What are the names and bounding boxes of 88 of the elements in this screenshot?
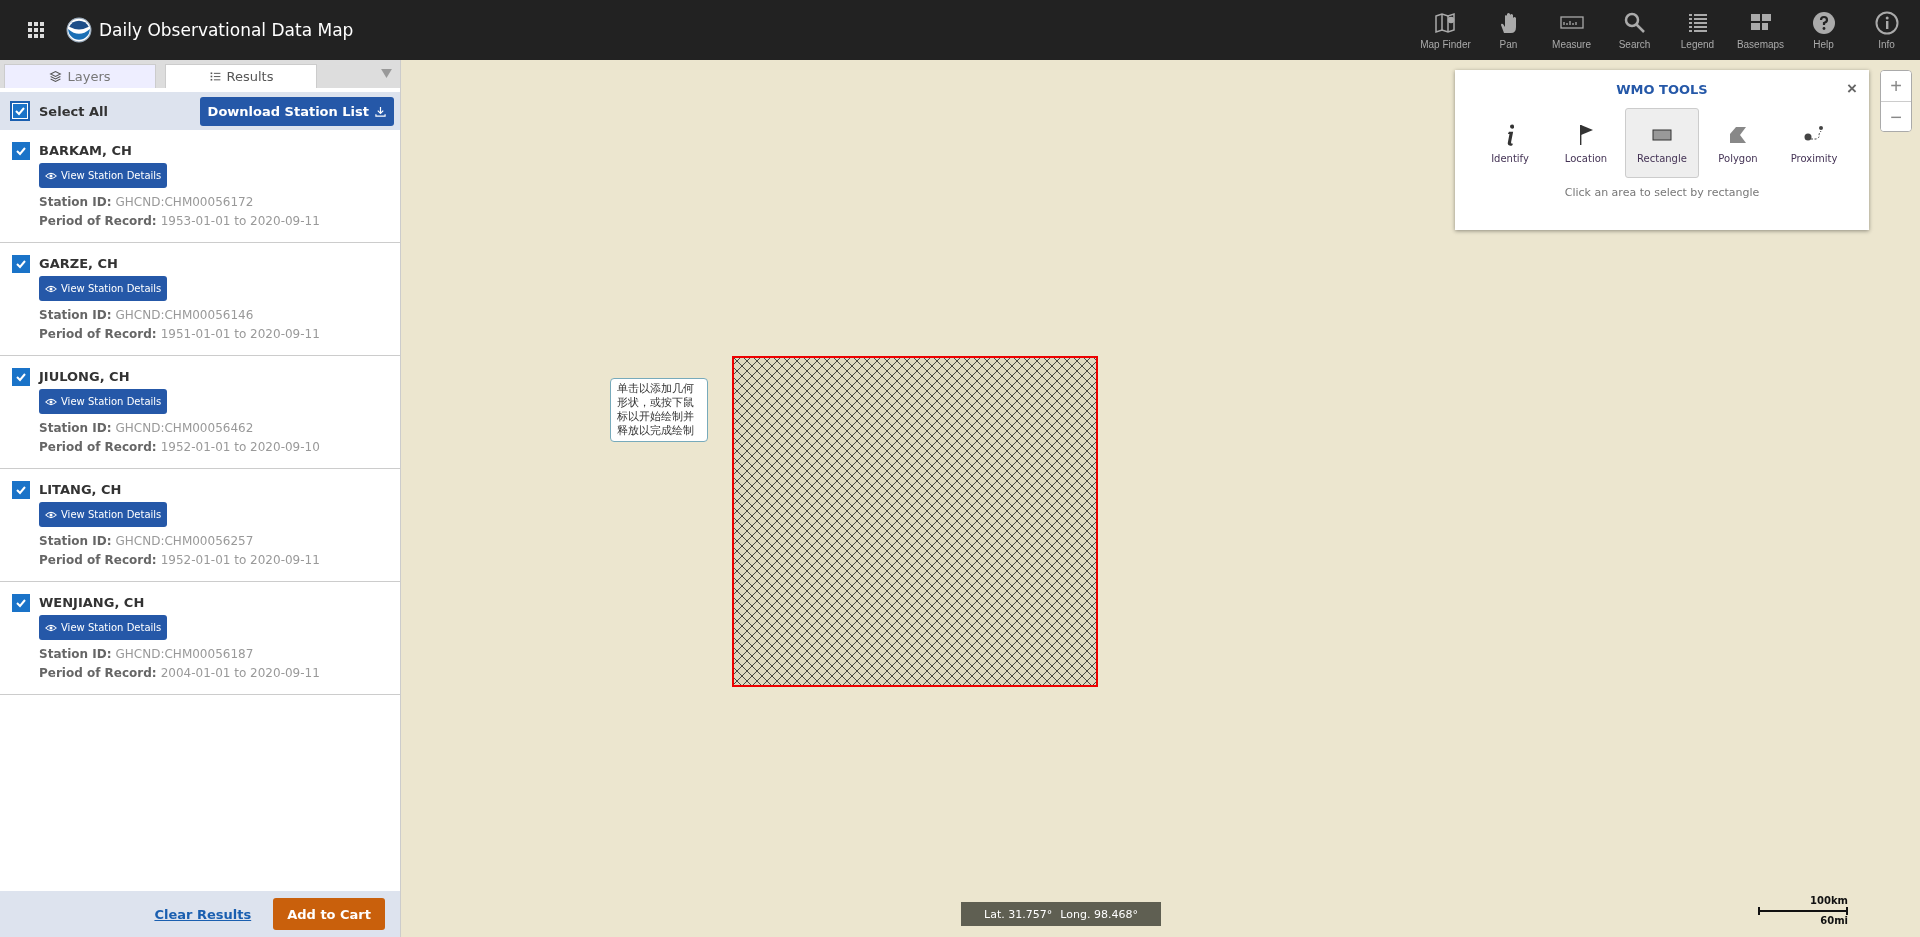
station-checkbox[interactable] <box>12 368 30 386</box>
layers-icon <box>49 70 63 83</box>
eye-icon <box>45 623 57 632</box>
toolbar-button[interactable]: Map Finder <box>1415 10 1476 50</box>
view-details-button[interactable]: View Station Details <box>39 615 168 640</box>
search-icon <box>1622 10 1647 35</box>
tool-button[interactable]: Rectangle <box>1625 108 1699 178</box>
toolbar-button[interactable]: Measure <box>1541 10 1602 50</box>
download-icon <box>375 105 386 117</box>
field-label: Station ID: <box>39 646 112 663</box>
station-checkbox[interactable] <box>12 142 30 160</box>
tool-button[interactable]: Polygon <box>1701 108 1775 178</box>
toolbar-button[interactable]: Info <box>1856 10 1917 50</box>
view-details-button[interactable]: View Station Details <box>39 276 168 301</box>
download-button[interactable]: Download Station List <box>199 96 394 126</box>
select-all-checkbox[interactable] <box>10 101 30 121</box>
checkmark-icon <box>15 145 27 157</box>
selection-rectangle[interactable] <box>732 356 1098 687</box>
field-label: Station ID: <box>39 194 112 211</box>
station-id: GHCND:CHM00056257 <box>115 533 254 550</box>
scale-label: 60mi <box>1820 915 1848 927</box>
panel-title: WMO TOOLS <box>1616 82 1708 97</box>
zoom-out-button[interactable]: − <box>1881 101 1911 131</box>
panel-tab[interactable]: Layers <box>4 64 156 88</box>
station-name: GARZE, CH <box>39 255 118 273</box>
station-checkbox[interactable] <box>12 594 30 612</box>
latitude-text: Lat. 31.757° <box>984 907 1053 921</box>
toolbar-button[interactable]: Legend <box>1667 10 1728 50</box>
station-id: GHCND:CHM00056172 <box>115 194 254 211</box>
record-period: 1953-01-01 to 2020-09-11 <box>160 213 320 230</box>
toolbar-button[interactable]: Basemaps <box>1730 10 1791 50</box>
station-name: WENJIANG, CH <box>39 594 145 612</box>
help-icon <box>1811 10 1836 35</box>
toolbar-button[interactable]: Pan <box>1478 10 1539 50</box>
clear-results-link[interactable]: Clear Results <box>154 906 252 922</box>
field-label: Period of Record: <box>39 439 157 456</box>
checkmark-icon <box>14 105 26 117</box>
info-icon <box>1874 10 1899 35</box>
map-placeholder[interactable]: 单击以添加几何形状，或按下鼠标以开始绘制并释放以完成绘制 WMO TOOLS × Identify Location Rectangle Polygon Proximity Click an area to select by rectangle + − Lat. 31.757° Long. 98.468° 100km 60mi <box>401 60 1920 937</box>
view-details-button[interactable]: View Station Details <box>39 389 168 414</box>
field-label: Station ID: <box>39 420 112 437</box>
field-label: Period of Record: <box>39 326 157 343</box>
tool-button[interactable]: Identify <box>1473 108 1547 178</box>
logo-icon <box>66 17 92 43</box>
list-icon <box>208 70 222 83</box>
record-period: 1951-01-01 to 2020-09-11 <box>160 326 320 343</box>
field-label: Station ID: <box>39 307 112 324</box>
station-name: LITANG, CH <box>39 481 122 499</box>
app-title: Daily Observational Data Map <box>99 20 354 40</box>
eye-icon <box>45 284 57 293</box>
field-label: Station ID: <box>39 533 112 550</box>
station-checkbox[interactable] <box>12 255 30 273</box>
tool-hint: Click an area to select by rectangle <box>1564 186 1760 199</box>
record-period: 1952-01-01 to 2020-09-10 <box>160 439 320 456</box>
longitude-text: Long. 98.468° <box>1060 907 1138 921</box>
panel-tab[interactable]: Results <box>165 64 317 88</box>
eye-icon <box>45 510 57 519</box>
checkmark-icon <box>15 597 27 609</box>
station-name: BARKAM, CH <box>39 142 132 160</box>
tool-button[interactable]: Proximity <box>1777 108 1851 178</box>
record-period: 2004-01-01 to 2020-09-11 <box>160 665 320 682</box>
toolbar-button[interactable]: Search <box>1604 10 1665 50</box>
station-checkbox[interactable] <box>12 481 30 499</box>
station-id: GHCND:CHM00056187 <box>115 646 254 663</box>
field-label: Period of Record: <box>39 552 157 569</box>
eye-icon <box>45 397 57 406</box>
station-id: GHCND:CHM00056462 <box>115 420 254 437</box>
close-button[interactable]: × <box>1845 80 1859 97</box>
field-label: Period of Record: <box>39 213 157 230</box>
scale-label: 100km <box>1810 895 1848 907</box>
info-icon <box>1506 123 1514 146</box>
view-details-button[interactable]: View Station Details <box>39 163 168 188</box>
checkmark-icon <box>15 371 27 383</box>
drawing-tooltip: 单击以添加几何形状，或按下鼠标以开始绘制并释放以完成绘制 <box>610 378 708 442</box>
record-period: 1952-01-01 to 2020-09-11 <box>160 552 320 569</box>
apps-grid-icon[interactable] <box>27 21 45 39</box>
view-details-button[interactable]: View Station Details <box>39 502 168 527</box>
eye-icon <box>45 171 57 180</box>
tool-button[interactable]: Location <box>1549 108 1623 178</box>
station-id: GHCND:CHM00056146 <box>115 307 254 324</box>
checkmark-icon <box>15 258 27 270</box>
checkmark-icon <box>15 484 27 496</box>
toolbar-button[interactable]: Help <box>1793 10 1854 50</box>
field-label: Period of Record: <box>39 665 157 682</box>
select-all-label: Select All <box>39 103 108 119</box>
station-name: JIULONG, CH <box>39 368 130 386</box>
add-to-cart-button[interactable]: Add to Cart <box>273 898 385 930</box>
map-pin-icon <box>1433 10 1458 35</box>
